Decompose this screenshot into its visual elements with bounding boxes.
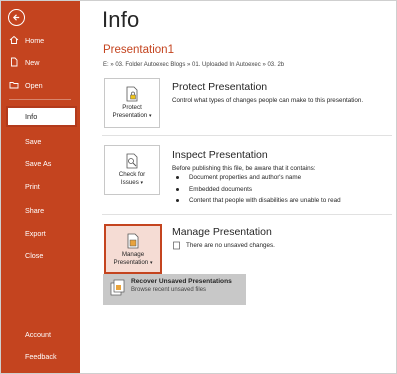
- menu-item-text: Recover Unsaved Presentations Browse rec…: [131, 278, 232, 293]
- bullet-text: Document properties and author's name: [189, 174, 302, 181]
- sidebar-item-label: Close: [25, 250, 44, 260]
- sidebar-item-save[interactable]: Save: [1, 130, 80, 152]
- tile-label: Check for: [118, 171, 146, 178]
- inspect-document-icon: [124, 153, 140, 169]
- lock-document-icon: [124, 86, 140, 102]
- protect-description: Control what types of changes people can…: [172, 97, 364, 104]
- protect-presentation-button[interactable]: Protect Presentation ▾: [104, 78, 160, 128]
- menu-item-title: Recover Unsaved Presentations: [131, 278, 232, 285]
- sidebar-item-label: Home: [25, 35, 45, 45]
- sidebar-item-open[interactable]: Open: [1, 74, 80, 96]
- sidebar-item-label: Feedback: [25, 351, 57, 361]
- sidebar-item-label: Save As: [25, 158, 52, 168]
- manage-document-icon: [125, 233, 141, 249]
- document-status-icon: [172, 241, 181, 250]
- document-name: Presentation1: [103, 44, 174, 56]
- folder-open-icon: [9, 80, 19, 90]
- tile-label: Protect: [122, 104, 142, 111]
- sidebar-item-account[interactable]: Account: [1, 323, 80, 345]
- bullet-dot: [176, 187, 179, 191]
- home-icon: [9, 35, 19, 45]
- bullet-text: Content that people with disabilities ar…: [189, 197, 341, 204]
- bullet-dot: [176, 199, 179, 203]
- tile-label: Issues: [120, 179, 139, 186]
- sidebar-item-share[interactable]: Share: [1, 199, 80, 221]
- list-item: Embedded documents: [176, 184, 341, 196]
- sidebar-item-export[interactable]: Export: [1, 222, 80, 244]
- sidebar-item-label: Info: [25, 112, 38, 121]
- bullet-dot: [176, 176, 179, 180]
- tile-label: Presentation: [113, 259, 149, 266]
- section-divider: [102, 214, 392, 215]
- sidebar-item-feedback[interactable]: Feedback: [1, 345, 80, 367]
- sidebar-item-close[interactable]: Close: [1, 244, 80, 266]
- inspect-bullet-list: Document properties and author's name Em…: [176, 172, 341, 207]
- manage-status: There are no unsaved changes.: [172, 241, 275, 250]
- chevron-down-icon: ▾: [140, 180, 144, 186]
- sidebar-item-label: Open: [25, 80, 43, 90]
- info-pane: Info Presentation1 E: » 03. Folder Autoe…: [80, 1, 396, 373]
- manage-title: Manage Presentation: [172, 226, 272, 238]
- sidebar-item-save-as[interactable]: Save As: [1, 152, 80, 174]
- backstage-sidebar: Home New Open Info Save Save As Print Sh…: [1, 1, 80, 373]
- protect-title: Protect Presentation: [172, 81, 268, 93]
- chevron-down-icon: ▾: [148, 113, 152, 119]
- tile-label: Manage: [121, 251, 145, 258]
- section-divider: [102, 135, 392, 136]
- sidebar-item-label: New: [25, 57, 40, 67]
- back-arrow-button[interactable]: [8, 9, 25, 26]
- list-item: Content that people with disabilities ar…: [176, 195, 341, 207]
- manage-status-text: There are no unsaved changes.: [186, 242, 275, 249]
- sidebar-divider: [9, 99, 71, 100]
- recover-document-icon: [109, 279, 125, 297]
- tile-label: Presentation: [112, 112, 148, 119]
- document-path[interactable]: E: » 03. Folder Autoexec Blogs » 01. Upl…: [103, 62, 284, 68]
- new-document-icon: [9, 57, 19, 67]
- sidebar-item-print[interactable]: Print: [1, 175, 80, 197]
- sidebar-item-home[interactable]: Home: [1, 29, 80, 51]
- sidebar-item-label: Share: [25, 205, 45, 215]
- sidebar-item-info[interactable]: Info: [6, 106, 77, 127]
- tile-label-line2: Presentation ▾: [114, 259, 153, 267]
- recover-unsaved-presentations-menu-item[interactable]: Recover Unsaved Presentations Browse rec…: [103, 274, 246, 305]
- sidebar-item-new[interactable]: New: [1, 51, 80, 73]
- menu-item-subtitle: Browse recent unsaved files: [131, 287, 207, 293]
- sidebar-item-label: Account: [25, 329, 51, 339]
- sidebar-item-label: Save: [25, 136, 42, 146]
- manage-presentation-button[interactable]: Manage Presentation ▾: [104, 224, 162, 274]
- check-for-issues-button[interactable]: Check for Issues ▾: [104, 145, 160, 195]
- page-title: Info: [102, 7, 140, 32]
- bullet-text: Embedded documents: [189, 185, 253, 193]
- inspect-description: Before publishing this file, be aware th…: [172, 165, 316, 172]
- list-item: Document properties and author's name: [176, 172, 341, 184]
- inspect-title: Inspect Presentation: [172, 149, 268, 161]
- chevron-down-icon: ▾: [149, 260, 153, 266]
- sidebar-item-label: Print: [25, 181, 40, 191]
- tile-label-line2: Presentation ▾: [113, 112, 152, 120]
- tile-label-line2: Issues ▾: [121, 179, 143, 187]
- sidebar-item-label: Export: [25, 228, 46, 238]
- back-arrow-icon: [12, 14, 20, 21]
